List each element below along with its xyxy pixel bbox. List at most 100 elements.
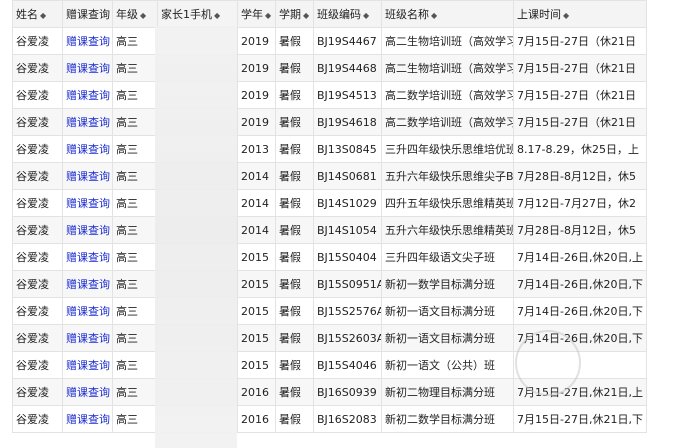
cell-term: 暑假 xyxy=(275,27,314,55)
cell-class-name: 新初二物理目标满分班 xyxy=(381,378,514,406)
header-class-code[interactable]: 班级编码 ◆ xyxy=(313,0,382,28)
cell-name: 谷爱凌 xyxy=(12,405,63,433)
cell-class-time: 7月14日-26日,休20日,下 xyxy=(513,270,647,298)
table-row: 谷爱凌 赠课查询 高三 2015 暑假 BJ15S2576A 新初一语文目标满分班 7月14日… xyxy=(12,297,647,325)
redacted-phone-overlay xyxy=(155,26,237,448)
table-row: 谷爱凌 赠课查询 高三 2014 暑假 BJ14S0681 五升六年级快乐思维尖子B班 7月2… xyxy=(12,162,647,190)
header-label: 学期 xyxy=(279,8,301,21)
header-gift-query[interactable]: 赠课查询 xyxy=(62,0,113,28)
cell-grade: 高三 xyxy=(112,243,158,271)
sort-icon[interactable]: ◆ xyxy=(140,11,146,20)
cell-class-time: 7月28日-8月12日，休5 xyxy=(513,216,647,244)
table-row: 谷爱凌 赠课查询 高三 2013 暑假 BJ13S0845 三升四年级快乐思维培优班 8.17… xyxy=(12,135,647,163)
sort-icon[interactable]: ◆ xyxy=(265,11,271,20)
table-row: 谷爱凌 赠课查询 高三 2015 暑假 BJ15S0404 三升四年级语文尖子班 7月14日-… xyxy=(12,243,647,271)
header-grade[interactable]: 年级 ◆ xyxy=(112,0,158,28)
header-term[interactable]: 学期 ◆ xyxy=(275,0,314,28)
cell-class-time: 7月15日-27日,休21日,下 xyxy=(513,405,647,433)
header-class-time[interactable]: 上课时间 ◆ xyxy=(513,0,647,28)
cell-grade: 高三 xyxy=(112,270,158,298)
cell-year: 2015 xyxy=(237,270,276,298)
header-label: 班级名称 xyxy=(385,8,429,21)
cell-class-name: 高二数学培训班（高效学习 xyxy=(381,108,514,136)
sort-icon[interactable]: ◆ xyxy=(563,11,569,20)
cell-year: 2019 xyxy=(237,81,276,109)
cell-name: 谷爱凌 xyxy=(12,243,63,271)
cell-grade: 高三 xyxy=(112,27,158,55)
cell-name: 谷爱凌 xyxy=(12,108,63,136)
gift-query-link[interactable]: 赠课查询 xyxy=(62,216,113,244)
cell-term: 暑假 xyxy=(275,297,314,325)
cell-year: 2014 xyxy=(237,189,276,217)
header-class-name[interactable]: 班级名称 ◆ xyxy=(381,0,514,28)
header-name[interactable]: 姓名 ◆ xyxy=(12,0,63,28)
header-label: 年级 xyxy=(116,8,138,21)
gift-query-link[interactable]: 赠课查询 xyxy=(62,324,113,352)
header-parent-phone[interactable]: 家长1手机 ◆ xyxy=(157,0,238,28)
header-label: 学年 xyxy=(241,8,263,21)
cell-grade: 高三 xyxy=(112,324,158,352)
cell-class-code: BJ15S0404 xyxy=(313,243,382,271)
cell-class-time: 7月15日-27日（休21日 xyxy=(513,54,647,82)
cell-class-name: 四升五年级快乐思维精英班 xyxy=(381,189,514,217)
cell-class-time: 7月28日-8月12日，休5 xyxy=(513,162,647,190)
cell-class-name: 新初一语文（公共）班 xyxy=(381,351,514,379)
gift-query-link[interactable]: 赠课查询 xyxy=(62,297,113,325)
cell-class-code: BJ19S4618 xyxy=(313,108,382,136)
table-row: 谷爱凌 赠课查询 高三 2019 暑假 BJ19S4618 高二数学培训班（高效学习 7月15… xyxy=(12,108,647,136)
gift-query-link[interactable]: 赠课查询 xyxy=(62,189,113,217)
cell-year: 2014 xyxy=(237,216,276,244)
header-label: 赠课查询 xyxy=(66,8,110,21)
cell-grade: 高三 xyxy=(112,162,158,190)
cell-class-name: 高二数学培训班（高效学习 xyxy=(381,81,514,109)
sort-icon[interactable]: ◆ xyxy=(431,11,437,20)
cell-class-name: 高二生物培训班（高效学习 xyxy=(381,27,514,55)
cell-term: 暑假 xyxy=(275,54,314,82)
header-label: 家长1手机 xyxy=(161,8,212,21)
gift-query-link[interactable]: 赠课查询 xyxy=(62,27,113,55)
gift-query-link[interactable]: 赠课查询 xyxy=(62,108,113,136)
sort-icon[interactable]: ◆ xyxy=(40,11,46,20)
gift-query-link[interactable]: 赠课查询 xyxy=(62,135,113,163)
gift-query-link[interactable]: 赠课查询 xyxy=(62,405,113,433)
header-year[interactable]: 学年 ◆ xyxy=(237,0,276,28)
cell-term: 暑假 xyxy=(275,216,314,244)
cell-name: 谷爱凌 xyxy=(12,162,63,190)
cell-class-code: BJ19S4513 xyxy=(313,81,382,109)
cell-grade: 高三 xyxy=(112,405,158,433)
gift-query-link[interactable]: 赠课查询 xyxy=(62,81,113,109)
cell-class-name: 新初一语文目标满分班 xyxy=(381,297,514,325)
gift-query-link[interactable]: 赠课查询 xyxy=(62,378,113,406)
gift-query-link[interactable]: 赠课查询 xyxy=(62,351,113,379)
cell-class-name: 新初二数学目标满分班 xyxy=(381,405,514,433)
cell-class-name: 新初一语文目标满分班 xyxy=(381,324,514,352)
cell-class-time: 7月14日-26日,休20日,上 xyxy=(513,243,647,271)
cell-class-code: BJ16S0939 xyxy=(313,378,382,406)
sort-icon[interactable]: ◆ xyxy=(303,11,309,20)
gift-query-link[interactable]: 赠课查询 xyxy=(62,270,113,298)
cell-year: 2015 xyxy=(237,351,276,379)
cell-class-time: 8.17-8.29，休25日，上 xyxy=(513,135,647,163)
cell-term: 暑假 xyxy=(275,351,314,379)
header-label: 上课时间 xyxy=(517,8,561,21)
cell-year: 2016 xyxy=(237,405,276,433)
cell-class-code: BJ19S4467 xyxy=(313,27,382,55)
cell-class-code: BJ14S1054 xyxy=(313,216,382,244)
cell-name: 谷爱凌 xyxy=(12,135,63,163)
cell-class-code: BJ15S0951A xyxy=(313,270,382,298)
cell-class-time: 7月15日-27日（休21日 xyxy=(513,27,647,55)
gift-query-link[interactable]: 赠课查询 xyxy=(62,162,113,190)
cell-class-time: 7月15日-27日（休21日 xyxy=(513,108,647,136)
sort-icon[interactable]: ◆ xyxy=(214,11,220,20)
cell-term: 暑假 xyxy=(275,378,314,406)
cell-grade: 高三 xyxy=(112,189,158,217)
sort-icon[interactable]: ◆ xyxy=(363,11,369,20)
cell-class-name: 五升六年级快乐思维精英班 xyxy=(381,216,514,244)
cell-year: 2019 xyxy=(237,108,276,136)
cell-name: 谷爱凌 xyxy=(12,216,63,244)
cell-name: 谷爱凌 xyxy=(12,270,63,298)
cell-year: 2015 xyxy=(237,324,276,352)
gift-query-link[interactable]: 赠课查询 xyxy=(62,54,113,82)
gift-query-link[interactable]: 赠课查询 xyxy=(62,243,113,271)
cell-grade: 高三 xyxy=(112,108,158,136)
